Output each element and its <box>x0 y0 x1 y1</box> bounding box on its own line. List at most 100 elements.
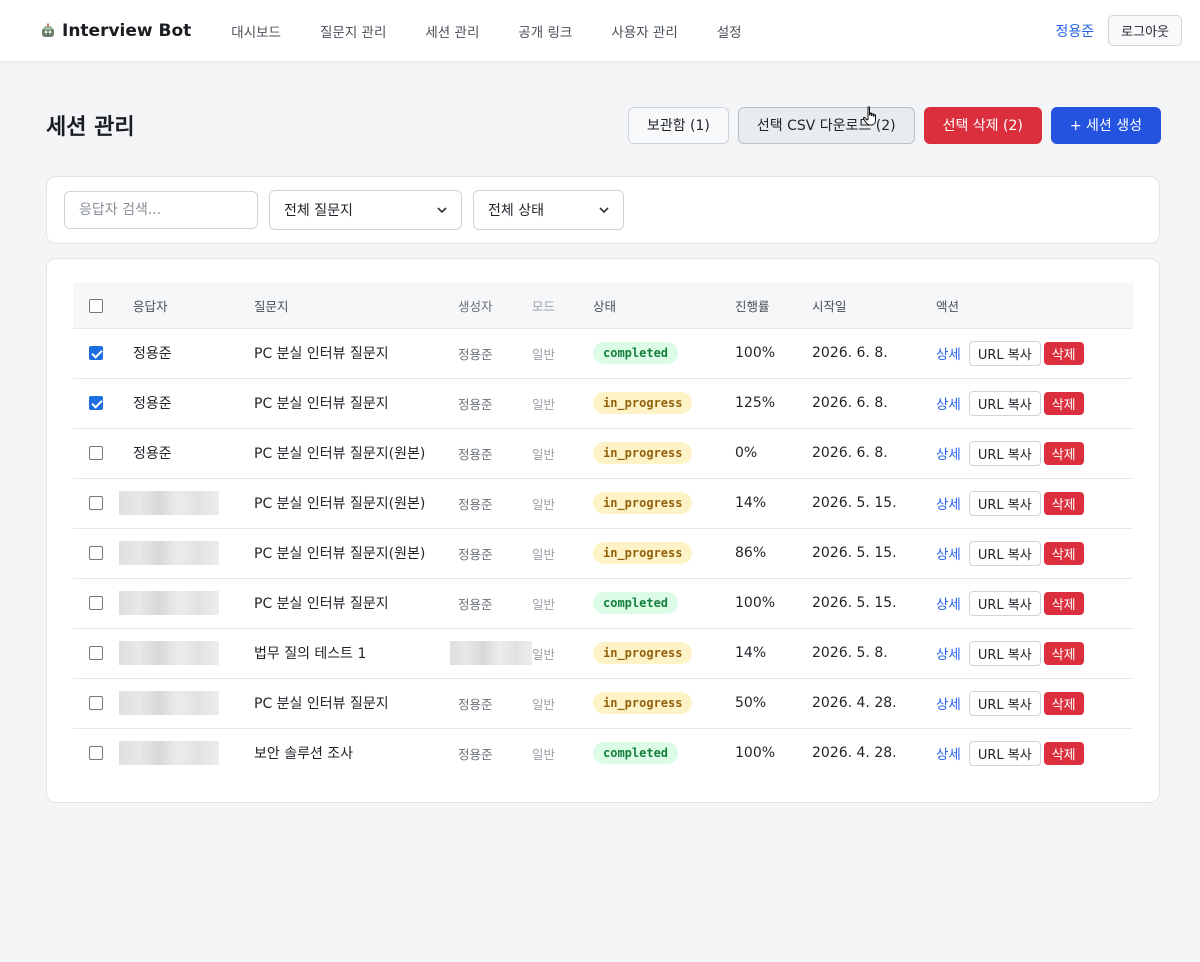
creator-cell: 정용준 <box>458 677 532 728</box>
questionnaire-cell: PC 분실 인터뷰 질문지 <box>240 677 458 728</box>
mode-cell: 일반 <box>532 677 593 728</box>
redacted-respondent <box>119 641 219 665</box>
redacted-respondent <box>119 741 219 766</box>
detail-link[interactable]: 상세 <box>936 497 961 513</box>
row-checkbox[interactable] <box>89 446 103 460</box>
status-cell: in_progress <box>593 477 735 528</box>
col-actions: 액션 <box>936 298 960 314</box>
questionnaire-select[interactable]: 전체 질문지 <box>269 190 462 230</box>
archive-button[interactable]: 보관함 (1) <box>627 106 729 144</box>
filter-bar: 전체 질문지 전체 상태 <box>46 176 1160 244</box>
copy-url-button[interactable]: URL 복사 <box>968 390 1041 416</box>
redacted-respondent <box>119 591 219 615</box>
detail-link[interactable]: 상세 <box>936 647 961 663</box>
redacted-creator <box>450 641 532 665</box>
progress-cell: 86% <box>735 527 812 578</box>
delete-row-button[interactable]: 삭제 <box>1043 541 1084 565</box>
mode-cell: 일반 <box>532 527 593 578</box>
creator-cell: 정용준 <box>458 577 532 628</box>
status-cell: in_progress <box>593 677 735 728</box>
copy-url-button[interactable]: URL 복사 <box>968 440 1041 466</box>
user-name-link[interactable]: 정용준 <box>1056 21 1095 41</box>
start-date-cell: 2026. 5. 15. <box>812 577 936 628</box>
copy-url-button[interactable]: URL 복사 <box>968 490 1041 516</box>
detail-link[interactable]: 상세 <box>936 347 961 363</box>
nav-questionnaires[interactable]: 질문지 관리 <box>320 21 386 41</box>
respondent-cell: 정용준 <box>119 377 240 428</box>
detail-link[interactable]: 상세 <box>936 397 961 413</box>
nav-dashboard[interactable]: 대시보드 <box>231 21 281 41</box>
detail-link[interactable]: 상세 <box>936 447 961 463</box>
questionnaire-cell: PC 분실 인터뷰 질문지 <box>240 327 458 378</box>
creator-cell <box>450 627 532 678</box>
select-all-checkbox[interactable] <box>89 299 103 313</box>
progress-cell: 14% <box>735 627 812 678</box>
csv-download-button[interactable]: 선택 CSV 다운로드 (2) <box>737 106 915 144</box>
copy-url-button[interactable]: URL 복사 <box>968 640 1041 666</box>
copy-url-button[interactable]: URL 복사 <box>968 740 1041 766</box>
chevron-down-icon <box>437 207 447 214</box>
row-checkbox-cell <box>73 477 119 528</box>
status-badge: completed <box>593 592 679 614</box>
nav-public-links[interactable]: 공개 링크 <box>518 21 572 41</box>
status-cell: in_progress <box>593 427 735 478</box>
col-creator: 생성자 <box>458 298 493 314</box>
progress-cell: 100% <box>735 327 812 378</box>
logout-button[interactable]: 로그아웃 <box>1108 15 1182 46</box>
delete-row-button[interactable]: 삭제 <box>1043 641 1084 665</box>
delete-row-button[interactable]: 삭제 <box>1043 741 1084 765</box>
delete-row-button[interactable]: 삭제 <box>1043 441 1084 465</box>
row-checkbox-cell <box>73 577 119 628</box>
row-checkbox-cell <box>73 627 119 678</box>
copy-url-button[interactable]: URL 복사 <box>968 690 1041 716</box>
row-checkbox[interactable] <box>89 346 103 360</box>
row-checkbox[interactable] <box>89 596 103 610</box>
actions-cell: 상세 URL 복사 삭제 <box>936 677 1133 728</box>
respondent-cell <box>119 727 240 778</box>
nav-sessions[interactable]: 세션 관리 <box>425 21 479 41</box>
row-checkbox[interactable] <box>89 546 103 560</box>
row-checkbox[interactable] <box>89 696 103 710</box>
redacted-respondent <box>119 541 219 565</box>
mode-cell: 일반 <box>532 477 593 528</box>
respondent-search-input[interactable] <box>64 191 258 229</box>
respondent-cell <box>119 627 240 678</box>
row-checkbox[interactable] <box>89 396 103 410</box>
detail-link[interactable]: 상세 <box>936 747 961 763</box>
status-select[interactable]: 전체 상태 <box>473 190 624 230</box>
copy-url-button[interactable]: URL 복사 <box>968 540 1041 566</box>
detail-link[interactable]: 상세 <box>936 597 961 613</box>
delete-selected-button[interactable]: 선택 삭제 (2) <box>923 106 1042 144</box>
status-badge: in_progress <box>593 642 693 664</box>
creator-cell: 정용준 <box>458 477 532 528</box>
nav-settings[interactable]: 설정 <box>717 21 742 41</box>
delete-row-button[interactable]: 삭제 <box>1043 591 1084 615</box>
progress-cell: 100% <box>735 727 812 778</box>
nav-links: 대시보드 질문지 관리 세션 관리 공개 링크 사용자 관리 설정 <box>231 21 1055 41</box>
respondent-cell: 정용준 <box>119 327 240 378</box>
delete-row-button[interactable]: 삭제 <box>1043 391 1084 415</box>
create-session-button[interactable]: + 세션 생성 <box>1050 106 1161 144</box>
detail-link[interactable]: 상세 <box>936 697 961 713</box>
table-row: 정용준 PC 분실 인터뷰 질문지 정용준 일반 in_progress 125% 2026… <box>73 377 1133 428</box>
actions-cell: 상세 URL 복사 삭제 <box>936 327 1133 378</box>
progress-cell: 50% <box>735 677 812 728</box>
delete-row-button[interactable]: 삭제 <box>1043 691 1084 715</box>
respondent-cell <box>119 527 240 578</box>
brand-name: Interview Bot <box>62 20 192 41</box>
start-date-cell: 2026. 4. 28. <box>812 727 936 778</box>
row-checkbox[interactable] <box>89 646 103 660</box>
nav-users[interactable]: 사용자 관리 <box>611 21 677 41</box>
delete-row-button[interactable]: 삭제 <box>1043 341 1084 365</box>
questionnaire-cell: 법무 질의 테스트 1 <box>240 627 458 678</box>
delete-row-button[interactable]: 삭제 <box>1043 491 1084 515</box>
actions-cell: 상세 URL 복사 삭제 <box>936 727 1133 778</box>
row-checkbox[interactable] <box>89 496 103 510</box>
copy-url-button[interactable]: URL 복사 <box>968 340 1041 366</box>
row-checkbox[interactable] <box>89 746 103 761</box>
status-badge: in_progress <box>593 492 693 514</box>
brand[interactable]: Interview Bot <box>40 21 191 41</box>
detail-link[interactable]: 상세 <box>936 547 961 563</box>
copy-url-button[interactable]: URL 복사 <box>968 590 1041 616</box>
progress-cell: 14% <box>735 477 812 528</box>
